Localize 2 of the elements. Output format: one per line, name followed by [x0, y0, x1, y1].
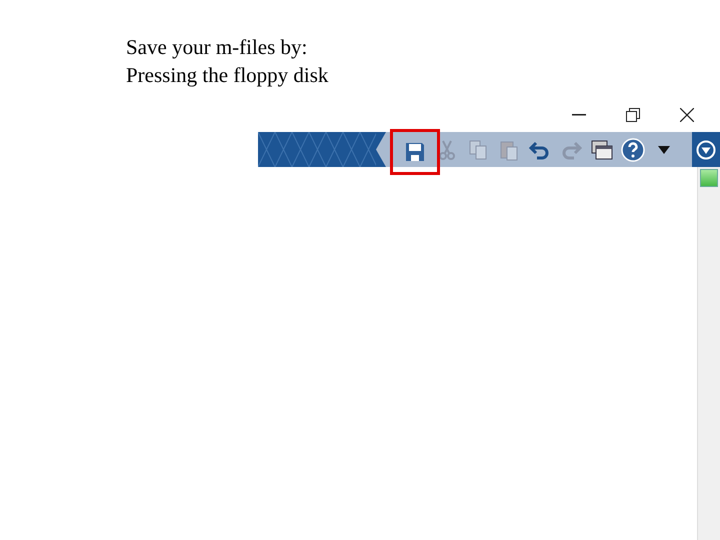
slide-text: Save your m-files by:	[126, 34, 308, 61]
slide-text: Pressing the floppy disk	[126, 62, 330, 89]
